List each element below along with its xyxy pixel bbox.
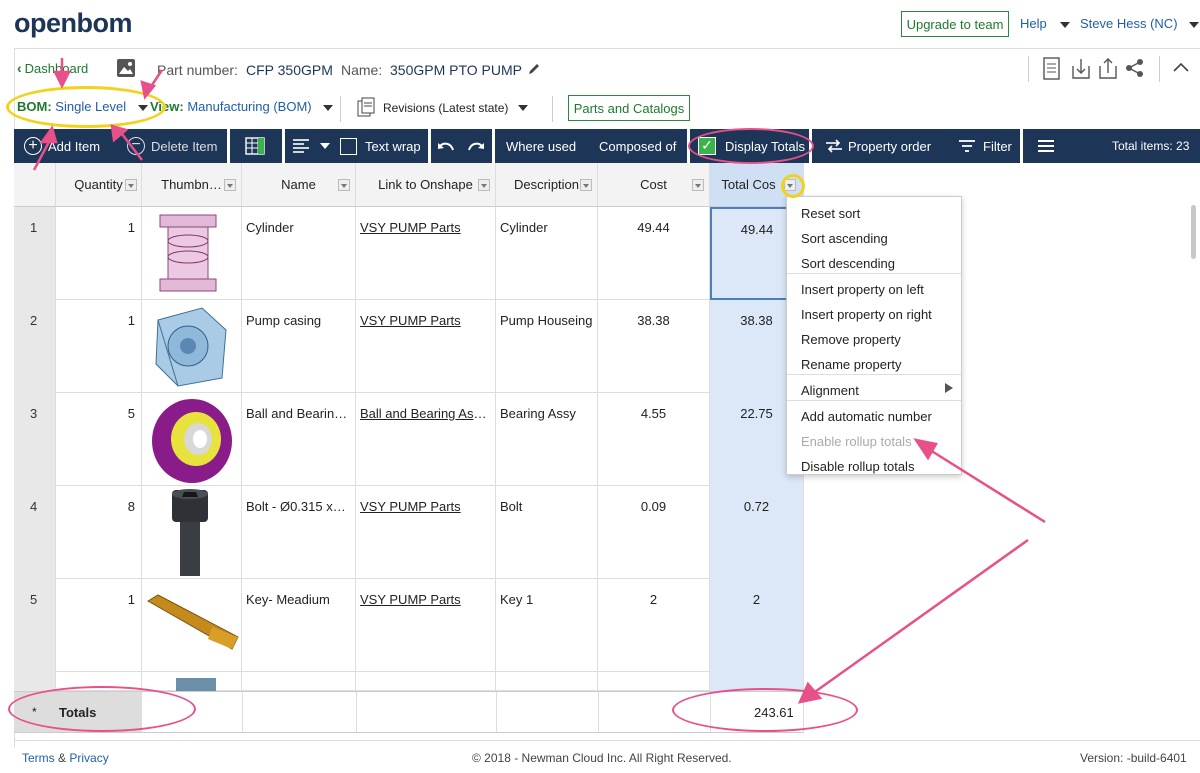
annotation-arrow xyxy=(811,538,1029,696)
annotation-arrow-head xyxy=(913,438,938,461)
openbom-app: openbom Upgrade to team Help Steve Hess … xyxy=(0,0,1200,773)
annotation-arrow-head xyxy=(797,681,823,704)
annotation-arrow xyxy=(929,448,1046,524)
annotation-arrow-head xyxy=(52,70,72,89)
annotation-arrow xyxy=(121,133,143,161)
annotation-arrows xyxy=(32,58,1046,704)
annotation-arrow xyxy=(32,139,52,171)
annotation-arrow-head xyxy=(39,125,58,144)
annotation-arrow-head xyxy=(140,80,157,100)
